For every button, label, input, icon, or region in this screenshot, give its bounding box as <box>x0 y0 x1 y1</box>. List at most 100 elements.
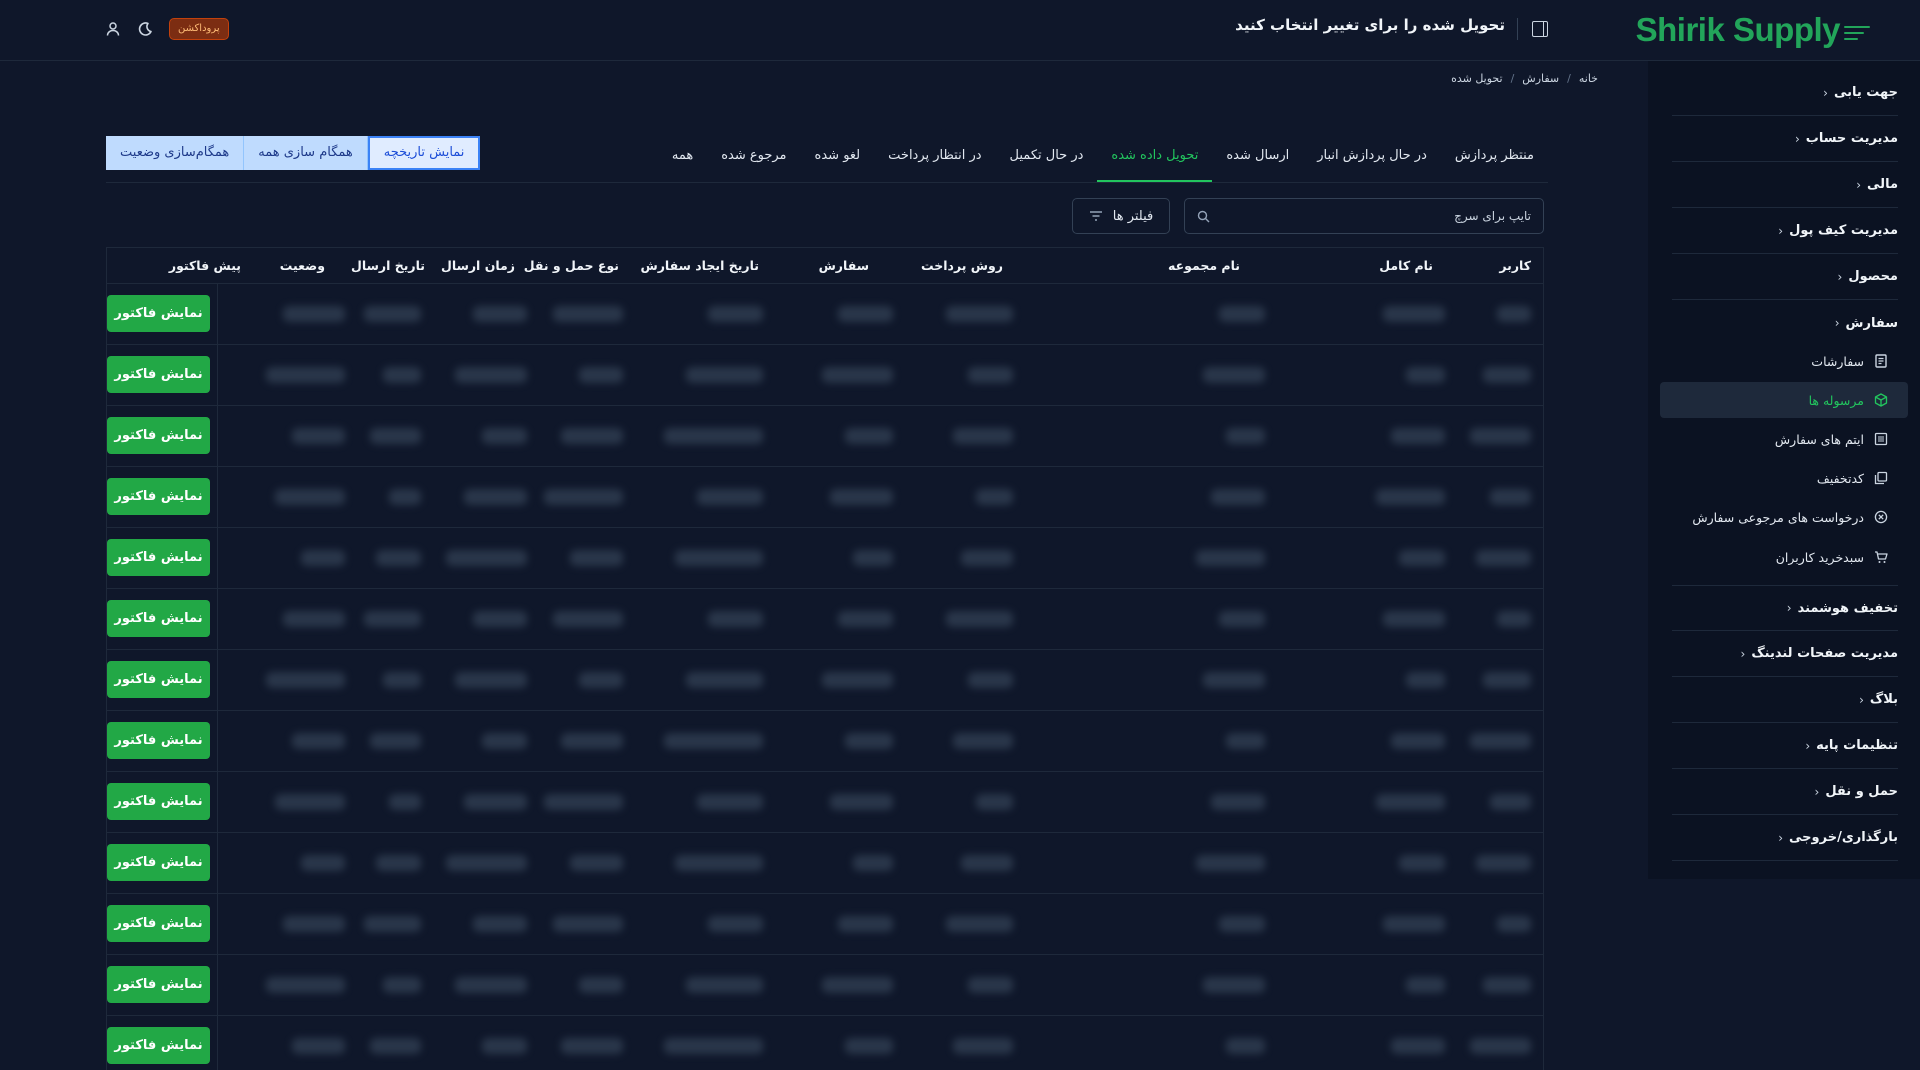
tab-delivered[interactable]: تحویل داده شده <box>1097 140 1213 182</box>
sync-all-button[interactable]: همگام سازی همه <box>244 136 368 170</box>
column-full-name[interactable]: نام کامل <box>1379 258 1433 273</box>
sidebar-group-smart-discount[interactable]: تخفیف هوشمند ‹ <box>1672 585 1898 631</box>
column-order-created-date[interactable]: تاریخ ایجاد سفارش <box>640 258 759 273</box>
table-row[interactable]: نمایش فاکتور <box>107 1016 1543 1070</box>
sidebar-group-base-settings[interactable]: تنظیمات پایه ‹ <box>1672 723 1898 769</box>
cell-divider <box>217 650 218 711</box>
user-icon[interactable] <box>105 21 121 37</box>
sidebar-group-account[interactable]: مدیریت حساب ‹ <box>1672 116 1898 162</box>
table-row[interactable]: نمایش فاکتور <box>107 528 1543 589</box>
sidebar-toggle-icon[interactable] <box>1532 21 1548 37</box>
column-status[interactable]: وضعیت <box>280 258 325 273</box>
sidebar-group-order[interactable]: سفارش ‹ <box>1672 300 1898 346</box>
tab-awaiting-payment[interactable]: در انتظار پرداخت <box>874 140 995 182</box>
environment-badge: پروداکشن <box>169 18 229 40</box>
redacted-cell <box>455 672 527 688</box>
tab-returned[interactable]: مرجوع شده <box>707 140 800 182</box>
sidebar-item-return-requests[interactable]: درخواست های مرجوعی سفارش <box>1650 499 1898 535</box>
redacted-cell <box>579 367 623 383</box>
sidebar-item-order-items[interactable]: ایتم های سفارش <box>1650 421 1898 457</box>
moon-icon[interactable] <box>137 21 153 37</box>
column-user[interactable]: کاربر <box>1499 258 1531 273</box>
show-invoice-button[interactable]: نمایش فاکتور <box>107 783 210 820</box>
column-order[interactable]: سفارش <box>819 258 869 273</box>
redacted-cell <box>1490 794 1531 810</box>
search-input[interactable]: تایپ برای سرچ <box>1184 198 1544 234</box>
sidebar-item-label: مرسوله ها <box>1808 392 1864 408</box>
table-row[interactable]: نمایش فاکتور <box>107 406 1543 467</box>
table-row[interactable]: نمایش فاکتور <box>107 833 1543 894</box>
tab-all[interactable]: همه <box>658 140 707 182</box>
redacted-cell <box>1406 367 1445 383</box>
sidebar-item-orders[interactable]: سفارشات <box>1650 343 1898 379</box>
tab-cancelled[interactable]: لغو شده <box>801 140 875 182</box>
redacted-cell <box>1219 916 1265 932</box>
sidebar-group-finance[interactable]: مالی ‹ <box>1672 162 1898 208</box>
sidebar-group-landing-pages[interactable]: مدیریت صفحات لندینگ ‹ <box>1672 631 1898 677</box>
brand-logo[interactable]: Shirik Supply <box>1636 8 1870 52</box>
table-row[interactable]: نمایش فاکتور <box>107 345 1543 406</box>
show-invoice-button[interactable]: نمایش فاکتور <box>107 600 210 637</box>
history-button[interactable]: نمایش تاریخچه <box>367 136 481 170</box>
show-invoice-button[interactable]: نمایش فاکتور <box>107 478 210 515</box>
list-icon <box>1874 432 1888 446</box>
table-row[interactable]: نمایش فاکتور <box>107 955 1543 1016</box>
table-row[interactable]: نمایش فاکتور <box>107 772 1543 833</box>
show-invoice-button[interactable]: نمایش فاکتور <box>107 356 210 393</box>
table-row[interactable]: نمایش فاکتور <box>107 894 1543 955</box>
sidebar-item-user-carts[interactable]: سبدخرید کاربران <box>1650 539 1898 575</box>
cancel-circle-icon <box>1874 510 1888 524</box>
column-collection-name[interactable]: نام مجموعه <box>1168 258 1240 273</box>
show-invoice-button[interactable]: نمایش فاکتور <box>107 1027 210 1064</box>
redacted-cell <box>370 428 421 444</box>
breadcrumb-home[interactable]: خانه <box>1579 72 1598 85</box>
show-invoice-button[interactable]: نمایش فاکتور <box>107 905 210 942</box>
redacted-cell <box>853 855 893 871</box>
show-invoice-button[interactable]: نمایش فاکتور <box>107 722 210 759</box>
show-invoice-button[interactable]: نمایش فاکتور <box>107 539 210 576</box>
table-row[interactable]: نمایش فاکتور <box>107 467 1543 528</box>
redacted-cell <box>1383 306 1445 322</box>
show-invoice-button[interactable]: نمایش فاکتور <box>107 966 210 1003</box>
table-row[interactable]: نمایش فاکتور <box>107 589 1543 650</box>
redacted-cell <box>553 306 623 322</box>
column-send-date[interactable]: تاریخ ارسال <box>351 258 425 273</box>
table-row[interactable]: نمایش فاکتور <box>107 284 1543 345</box>
sidebar-group-blog[interactable]: بلاگ ‹ <box>1672 677 1898 723</box>
redacted-cell <box>446 855 527 871</box>
cell-divider <box>217 589 218 650</box>
sidebar-group-import-export[interactable]: بارگذاری/خروجی ‹ <box>1672 815 1898 861</box>
tab-warehouse-processing[interactable]: در حال پردازش انبار <box>1303 140 1441 182</box>
tab-pending-processing[interactable]: منتظر پردازش <box>1441 140 1548 182</box>
column-payment-method[interactable]: روش پرداخت <box>921 258 1003 273</box>
filters-button[interactable]: فیلتر ها <box>1072 198 1170 234</box>
column-proforma[interactable]: پیش فاکتور <box>169 258 241 273</box>
redacted-cell <box>1376 794 1445 810</box>
redacted-cell <box>946 916 1013 932</box>
redacted-cell <box>1391 1038 1445 1054</box>
sidebar-group-wallet[interactable]: مدیریت کیف پول ‹ <box>1672 208 1898 254</box>
show-invoice-button[interactable]: نمایش فاکتور <box>107 417 210 454</box>
column-shipping-type[interactable]: نوع حمل و نقل <box>524 258 619 273</box>
sync-status-button[interactable]: همگام‌سازی وضعیت <box>106 136 245 170</box>
redacted-cell <box>1470 428 1531 444</box>
show-invoice-button[interactable]: نمایش فاکتور <box>107 295 210 332</box>
redacted-cell <box>464 794 527 810</box>
show-invoice-button[interactable]: نمایش فاکتور <box>107 661 210 698</box>
tab-shipped[interactable]: ارسال شده <box>1212 140 1303 182</box>
table-row[interactable]: نمایش فاکتور <box>107 650 1543 711</box>
table-row[interactable]: نمایش فاکتور <box>107 711 1543 772</box>
redacted-cell <box>473 306 527 322</box>
column-send-time[interactable]: زمان ارسال <box>441 258 515 273</box>
sidebar-item-coupon[interactable]: کدتخفیف <box>1650 460 1898 496</box>
redacted-cell <box>845 1038 893 1054</box>
redacted-cell <box>686 367 763 383</box>
sidebar-group-navigation[interactable]: جهت یابی ‹ <box>1672 70 1898 116</box>
breadcrumb-order[interactable]: سفارش <box>1522 72 1559 85</box>
sidebar-item-shipments[interactable]: مرسوله ها <box>1660 382 1908 418</box>
sidebar-group-shipping[interactable]: حمل و نقل ‹ <box>1672 769 1898 815</box>
show-invoice-button[interactable]: نمایش فاکتور <box>107 844 210 881</box>
sidebar-group-product[interactable]: محصول ‹ <box>1672 254 1898 300</box>
tab-completing[interactable]: در حال تکمیل <box>996 140 1098 182</box>
sidebar-group-label: مدیریت حساب <box>1805 131 1898 146</box>
